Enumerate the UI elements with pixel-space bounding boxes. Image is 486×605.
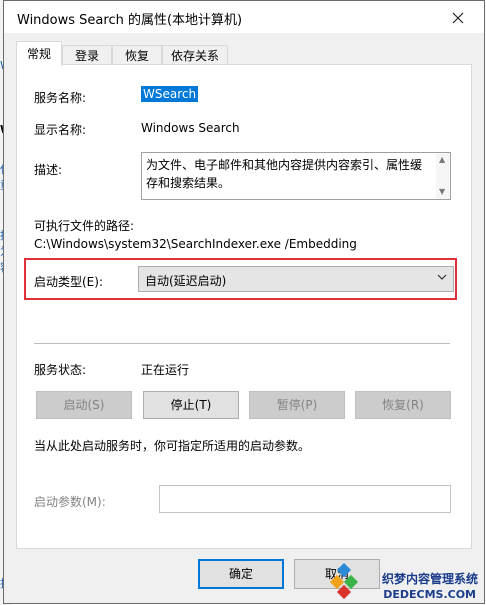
exe-path-value[interactable]: C:\Windows\system32\SearchIndexer.exe /E… (34, 237, 357, 251)
description-text: 为文件、电子邮件和其他内容提供内容索引、属性缓存和搜索结果。 (146, 158, 423, 190)
service-name-text: WSearch (141, 86, 199, 102)
startup-type-value: 自动(延迟启动) (145, 274, 227, 288)
start-params-label: 启动参数(M): (34, 495, 106, 509)
tab-logon[interactable]: 登录 (62, 45, 112, 66)
exe-path-label: 可执行文件的路径: (34, 219, 135, 233)
display-name-value[interactable]: Windows Search (141, 121, 240, 135)
tab-dependencies[interactable]: 依存关系 (162, 45, 228, 66)
ok-button[interactable]: 确定 (198, 559, 284, 589)
watermark: 织梦内容管理系统 DEDECMS.COM (326, 535, 486, 605)
pause-button[interactable]: 暂停(P) (249, 391, 345, 419)
start-params-input[interactable] (159, 485, 451, 513)
divider (34, 343, 450, 344)
chevron-down-icon (437, 271, 447, 284)
stop-button[interactable]: 停止(T) (143, 391, 239, 419)
close-icon (452, 12, 464, 23)
description-scrollbar[interactable]: ▲ ▼ (436, 153, 450, 199)
start-button[interactable]: 启动(S) (36, 391, 132, 419)
description-box[interactable]: 为文件、电子邮件和其他内容提供内容索引、属性缓存和搜索结果。 ▲ ▼ (141, 152, 451, 200)
scroll-down-icon[interactable]: ▼ (439, 187, 445, 196)
tab-recovery[interactable]: 恢复 (112, 45, 162, 66)
display-name-label: 显示名称: (34, 123, 87, 137)
window-title: Windows Search 的属性(本地计算机) (17, 13, 243, 28)
service-status-label: 服务状态: (34, 363, 87, 377)
watermark-url: DEDECMS.COM (383, 588, 476, 601)
watermark-text: 织梦内容管理系统 (381, 572, 478, 586)
start-params-hint: 当从此处启动服务时，你可指定所适用的启动参数。 (34, 439, 311, 453)
general-panel: 服务名称: WSearch 显示名称: Windows Search 描述: 为… (16, 64, 472, 549)
resume-button[interactable]: 恢复(R) (355, 391, 451, 419)
scroll-up-icon[interactable]: ▲ (439, 155, 445, 164)
tab-general[interactable]: 常规 (16, 41, 62, 66)
service-status-value: 正在运行 (141, 363, 190, 377)
startup-type-select[interactable]: 自动(延迟启动) (138, 266, 454, 292)
description-label: 描述: (34, 163, 63, 177)
watermark-logo-icon (330, 563, 359, 599)
service-name-value[interactable]: WSearch (141, 86, 199, 102)
service-properties-dialog: Windows Search 的属性(本地计算机) 常规 登录 恢复 依存关系 … (3, 0, 485, 604)
title-bar[interactable]: Windows Search 的属性(本地计算机) (4, 1, 484, 33)
service-name-label: 服务名称: (34, 91, 87, 105)
startup-type-label: 启动类型(E): (34, 275, 103, 289)
close-button[interactable] (438, 3, 478, 31)
